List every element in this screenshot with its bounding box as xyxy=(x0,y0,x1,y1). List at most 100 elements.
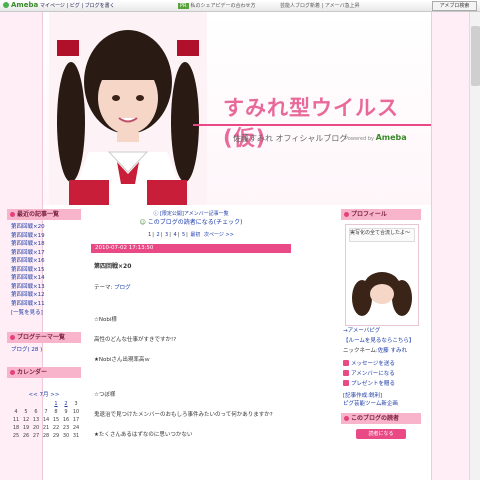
calendar-day: 29 xyxy=(52,433,60,439)
theme-heading: ブログテーマ一覧 xyxy=(7,332,81,343)
send-present-text: プレゼントを贈る xyxy=(351,381,396,387)
recent-posts-more-link[interactable]: [一覧を見る] xyxy=(7,308,81,318)
avatar-caption: 実写化の全て合流したよ〜 xyxy=(349,228,415,242)
recent-post-link[interactable]: 第四回戦×12 xyxy=(11,291,81,300)
recent-post-link[interactable]: 第四回戦×13 xyxy=(11,283,81,292)
topbar-links[interactable]: 芸能人ブログ新着 | アメーバ急上昇 xyxy=(280,2,360,9)
pagination: 1| 2| 3| 4| 5| 最初 次ページ >> xyxy=(148,232,234,238)
left-sidebar: 最近の記事一覧 第四回戦×20 第四回戦×19 第四回戦×18 第四回戦×17 … xyxy=(7,209,81,446)
calendar-table: 123 4 5 6 7 8 9 10 11 12 13 14 15 16 17 18 19 20 21 22 23… xyxy=(11,400,81,440)
calendar-day: 27 xyxy=(32,433,40,439)
scrollbar-thumb[interactable] xyxy=(471,26,480,86)
pr-badge: PR xyxy=(178,3,189,9)
production-link[interactable]: [記事作成:鋭利] xyxy=(341,392,421,400)
profile-heading: プロフィール xyxy=(341,209,421,220)
pig-room-link[interactable]: ピグ芸能ツーム新企画 xyxy=(341,400,421,408)
calendar-day: 11 xyxy=(12,417,20,423)
amember-notice-text: [限定公開]アメンバー記事一覧 xyxy=(159,211,229,217)
ameba-logo[interactable]: Ameba xyxy=(3,1,38,9)
calendar-day-link[interactable]: 2 xyxy=(61,400,71,408)
calendar-day: 13 xyxy=(32,417,40,423)
entry-paragraph: 高性のどんな仕事がすきですか!? xyxy=(94,337,177,343)
recent-post-link[interactable]: 第四回戦×11 xyxy=(11,300,81,309)
title-underline xyxy=(193,124,431,126)
calendar-day: 12 xyxy=(22,417,30,423)
send-present-link[interactable]: プレゼントを贈る xyxy=(341,379,421,389)
readers-heading-text: このブログの読者 xyxy=(351,415,400,422)
recent-posts-heading-text: 最近の記事一覧 xyxy=(17,211,60,218)
nickname-link[interactable]: 佐藤 すみれ xyxy=(378,348,407,354)
blog-header: すみれ型ウイルス(仮) 佐藤すみれ オフィシャルブログ Powered by A… xyxy=(43,12,431,205)
powered-by-ameba: Powered by Ameba xyxy=(345,133,407,142)
heading-bullet-icon xyxy=(10,335,15,340)
calendar-day: 21 xyxy=(42,425,50,431)
ameba-brand: Ameba xyxy=(375,133,407,142)
recent-post-link[interactable]: 第四回戦×14 xyxy=(11,274,81,283)
ameba-logo-icon xyxy=(3,2,9,8)
ameba-pig-link[interactable]: →アメーバピグ xyxy=(341,326,421,336)
recent-post-link[interactable]: 第四回戦×19 xyxy=(11,232,81,241)
amember-icon xyxy=(343,370,349,376)
nickname-label: ニックネーム: xyxy=(343,348,378,354)
topbar-nav[interactable]: マイページ | ピグ | ブログを書く xyxy=(40,2,115,9)
vertical-scrollbar[interactable] xyxy=(469,12,480,480)
entry-paragraph: 鬼退治で見つけたメンバーのおもしろ事件みたいのって何かありますか? xyxy=(94,412,273,418)
page-link[interactable]: 2 xyxy=(157,232,160,238)
recent-posts-block: 最近の記事一覧 第四回戦×20 第四回戦×19 第四回戦×18 第四回戦×17 … xyxy=(7,209,81,318)
recent-post-link[interactable]: 第四回戦×17 xyxy=(11,249,81,258)
pig-avatar-box[interactable]: 実写化の全て合流したよ〜 xyxy=(345,224,419,326)
recent-post-link[interactable]: 第四回戦×15 xyxy=(11,266,81,275)
page-link[interactable]: 5 xyxy=(182,232,185,238)
heading-bullet-icon xyxy=(10,370,15,375)
entry-body: ☆Nobi様 高性のどんな仕事がすきですか!? ★Nobiさん出現率高ｗ ☆つぼ… xyxy=(94,316,291,440)
entry-paragraph: ☆つぼ様 xyxy=(94,392,116,398)
send-message-link[interactable]: メッセージを送る xyxy=(341,359,421,369)
entry-title[interactable]: 第四回戦×20 xyxy=(94,261,291,270)
calendar-month-nav[interactable]: << 7月 >> xyxy=(7,390,81,400)
calendar-day: 22 xyxy=(52,425,60,431)
entry-theme-link[interactable]: ブログ xyxy=(114,285,131,291)
blog-subtitle: 佐藤すみれ オフィシャルブログ xyxy=(233,134,348,143)
readers-heading: このブログの読者 xyxy=(341,413,421,424)
next-page-link[interactable]: 次ページ >> xyxy=(204,232,234,238)
calendar-day: 23 xyxy=(62,425,70,431)
topbar-promo[interactable]: PR 私のシェアピデーの合わせ方 xyxy=(178,2,256,9)
calendar-day xyxy=(11,400,21,408)
recent-post-link[interactable]: 第四回戦×18 xyxy=(11,240,81,249)
page-current: 1 xyxy=(148,232,152,238)
page-first-link[interactable]: 最初 xyxy=(190,232,200,238)
theme-label: テーマ: xyxy=(94,285,113,291)
recent-posts-heading: 最近の記事一覧 xyxy=(7,209,81,220)
calendar-heading: カレンダー xyxy=(7,367,81,378)
calendar-day: 28 xyxy=(42,433,50,439)
calendar-day: 19 xyxy=(22,425,30,431)
page-link[interactable]: 3 xyxy=(165,232,168,238)
calendar-day: 25 xyxy=(12,433,20,439)
calendar-day: 17 xyxy=(72,417,80,423)
heading-bullet-icon xyxy=(10,212,15,217)
calendar-block: カレンダー << 7月 >> 123 4 5 6 7 8 9 10 11 12 13 14 15 16… xyxy=(7,367,81,440)
view-room-link[interactable]: 【ルームを見るならこちら】 xyxy=(341,336,421,346)
ameblo-search-button[interactable]: アメブロ検索 xyxy=(432,1,477,11)
calendar-day: 24 xyxy=(72,425,80,431)
calendar-day-link[interactable]: 1 xyxy=(51,400,61,408)
theme-heading-text: ブログテーマ一覧 xyxy=(17,334,66,341)
pig-avatar-image xyxy=(352,272,412,316)
become-reader-button[interactable]: 読者になる xyxy=(356,429,406,439)
profile-heading-text: プロフィール xyxy=(351,211,387,218)
calendar-day: 31 xyxy=(72,433,80,439)
become-reader-link[interactable]: ☺ このブログの読者になる(チェック) xyxy=(91,218,291,227)
calendar-heading-text: カレンダー xyxy=(17,369,48,376)
recent-post-link[interactable]: 第四回戦×20 xyxy=(11,223,81,232)
heading-bullet-icon xyxy=(344,212,349,217)
recent-post-link[interactable]: 第四回戦×16 xyxy=(11,257,81,266)
calendar-day: 7 xyxy=(44,409,48,415)
theme-link[interactable]: ブログ( 28 ) xyxy=(7,343,81,357)
recent-posts-list: 第四回戦×20 第四回戦×19 第四回戦×18 第四回戦×17 第四回戦×16 … xyxy=(7,223,81,308)
calendar-day xyxy=(21,400,31,408)
page-link[interactable]: 4 xyxy=(173,232,176,238)
amember-link[interactable]: アメンバーになる xyxy=(341,369,421,379)
amember-notice-link[interactable]: ⓘ [限定公開]アメンバー記事一覧 xyxy=(91,210,291,218)
promo-text: 私のシェアピデーの合わせ方 xyxy=(190,3,256,9)
theme-block: ブログテーマ一覧 ブログ( 28 ) xyxy=(7,332,81,357)
